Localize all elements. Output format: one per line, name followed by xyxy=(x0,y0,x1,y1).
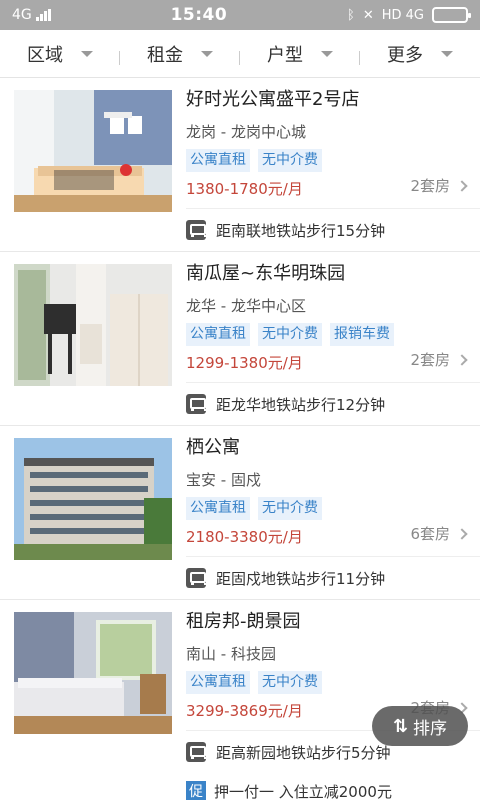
bluetooth-icon: ᛒ xyxy=(347,7,355,23)
listing-item[interactable]: 好时光公寓盛平2号店 龙岗 - 龙岗中心城 公寓直租 无中介费 1380-178… xyxy=(0,78,480,252)
chevron-right-icon xyxy=(456,527,468,540)
metro-text: 距南联地铁站步行15分钟 xyxy=(216,221,386,240)
filter-label: 户型 xyxy=(267,44,303,66)
caret-down-icon xyxy=(201,50,213,57)
listing-main[interactable]: 栖公寓 宝安 - 固戍 公寓直租 无中介费 2180-3380元/月 6套房 xyxy=(0,426,480,560)
filter-label: 区域 xyxy=(27,44,63,66)
listing-tag: 无中介费 xyxy=(258,497,322,520)
metro-text: 距固戍地铁站步行11分钟 xyxy=(216,569,386,588)
listing-name: 租房邦-朗景园 xyxy=(186,611,301,632)
listing-tag: 公寓直租 xyxy=(186,671,250,694)
chevron-right-icon xyxy=(456,179,468,192)
status-bar: 4G 15:40 ᛒ ✕ HD 4G xyxy=(0,0,480,30)
listing-tag: 公寓直租 xyxy=(186,149,250,172)
signal-icon xyxy=(35,9,51,21)
listing-tag: 公寓直租 xyxy=(186,323,250,346)
listing-location: 宝安 - 固戍 xyxy=(186,471,261,489)
listing-name: 栖公寓 xyxy=(186,437,240,458)
metro-text: 距龙华地铁站步行12分钟 xyxy=(216,395,386,414)
filter-rent[interactable]: 租金 xyxy=(120,41,240,67)
listing-item[interactable]: 南瓜屋~东华明珠园 龙华 - 龙华中心区 公寓直租 无中介费 报销车费 1299… xyxy=(0,252,480,426)
listing-main[interactable]: 南瓜屋~东华明珠园 龙华 - 龙华中心区 公寓直租 无中介费 报销车费 1299… xyxy=(0,252,480,386)
listing-photo xyxy=(14,90,172,212)
tag-list: 公寓直租 无中介费 报销车费 xyxy=(186,323,466,346)
listing-item[interactable]: 租房邦-朗景园 南山 - 科技园 公寓直租 无中介费 3299-3869元/月 … xyxy=(0,600,480,800)
tag-list: 公寓直租 无中介费 xyxy=(186,671,466,694)
sort-arrows-icon: ⇅ xyxy=(392,715,408,737)
listing-item[interactable]: 栖公寓 宝安 - 固戍 公寓直租 无中介费 2180-3380元/月 6套房 距… xyxy=(0,426,480,600)
tag-list: 公寓直租 无中介费 xyxy=(186,497,466,520)
metro-info: 距固戍地铁站步行11分钟 xyxy=(0,557,480,599)
listing-list: 好时光公寓盛平2号店 龙岗 - 龙岗中心城 公寓直租 无中介费 1380-178… xyxy=(0,78,480,800)
status-left: 4G xyxy=(12,7,51,23)
listing-location: 龙岗 - 龙岗中心城 xyxy=(186,123,306,141)
listing-tag: 报销车费 xyxy=(330,323,394,346)
subway-icon xyxy=(186,742,207,762)
hd-network-label: HD 4G xyxy=(381,7,424,23)
mute-icon: ✕ xyxy=(362,7,374,23)
status-right: ᛒ ✕ HD 4G xyxy=(347,7,471,23)
metro-info: 距龙华地铁站步行12分钟 xyxy=(0,383,480,425)
listing-tag: 公寓直租 xyxy=(186,497,250,520)
listing-photo xyxy=(14,612,172,734)
subway-icon xyxy=(186,394,207,414)
room-count-label: 2套房 xyxy=(410,351,450,369)
caret-down-icon xyxy=(321,50,333,57)
listing-location: 龙华 - 龙华中心区 xyxy=(186,297,306,315)
listing-main[interactable]: 好时光公寓盛平2号店 龙岗 - 龙岗中心城 公寓直租 无中介费 1380-178… xyxy=(0,78,480,212)
filter-label: 租金 xyxy=(147,44,183,66)
room-count-label: 2套房 xyxy=(410,177,450,195)
promo-info: 促 押一付一 入住立减2000元 xyxy=(0,773,480,800)
listing-tag: 无中介费 xyxy=(258,149,322,172)
room-count: 6套房 xyxy=(410,523,468,544)
listing-location: 南山 - 科技园 xyxy=(186,645,276,663)
filter-area[interactable]: 区域 xyxy=(0,41,120,67)
listing-photo xyxy=(14,264,172,386)
room-count: 2套房 xyxy=(410,175,468,196)
listing-name: 好时光公寓盛平2号店 xyxy=(186,89,360,110)
filter-layout[interactable]: 户型 xyxy=(240,41,360,67)
network-label: 4G xyxy=(12,7,32,23)
subway-icon xyxy=(186,568,207,588)
promo-badge: 促 xyxy=(186,781,206,800)
promo-text: 押一付一 入住立减2000元 xyxy=(214,782,392,800)
caret-down-icon xyxy=(441,50,453,57)
chevron-right-icon xyxy=(456,353,468,366)
metro-text: 距高新园地铁站步行5分钟 xyxy=(216,743,391,762)
listing-tag: 无中介费 xyxy=(258,671,322,694)
room-count: 2套房 xyxy=(410,349,468,370)
sort-label: 排序 xyxy=(413,718,448,739)
listing-tag: 无中介费 xyxy=(258,323,322,346)
filter-label: 更多 xyxy=(387,44,423,66)
tag-list: 公寓直租 无中介费 xyxy=(186,149,466,172)
room-count-label: 6套房 xyxy=(410,525,450,543)
filter-bar: 区域 租金 户型 更多 xyxy=(0,30,480,78)
metro-info: 距南联地铁站步行15分钟 xyxy=(0,209,480,251)
clock: 15:40 xyxy=(170,5,228,25)
subway-icon xyxy=(186,220,207,240)
caret-down-icon xyxy=(81,50,93,57)
battery-icon xyxy=(432,7,471,23)
filter-more[interactable]: 更多 xyxy=(360,41,480,67)
sort-button[interactable]: ⇅ 排序 xyxy=(372,706,468,746)
listing-photo xyxy=(14,438,172,560)
listing-name: 南瓜屋~东华明珠园 xyxy=(186,263,346,284)
